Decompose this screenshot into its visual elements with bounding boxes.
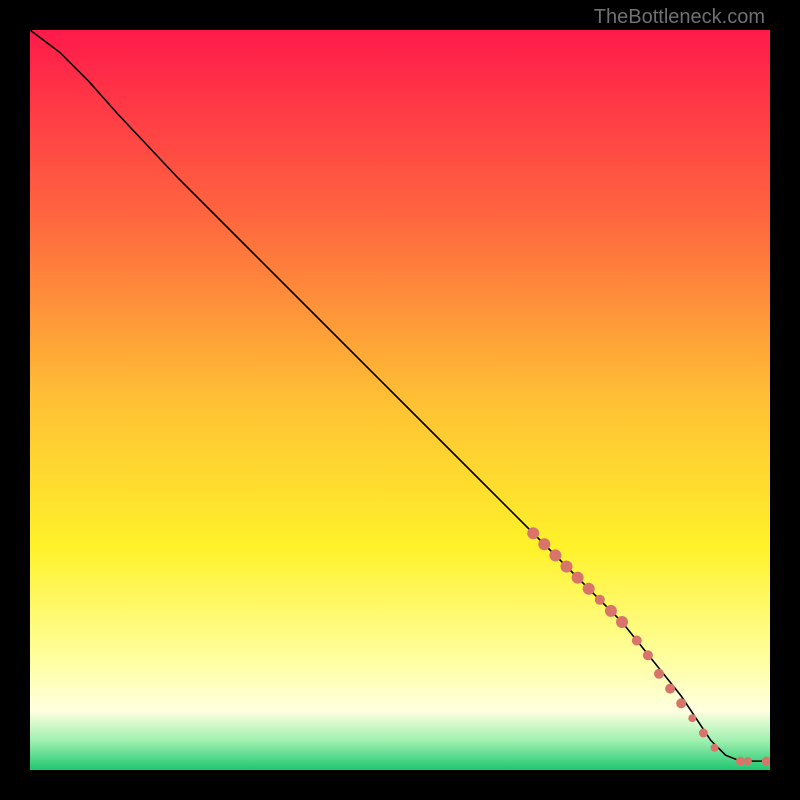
chart-marker — [744, 757, 752, 765]
chart-marker — [665, 684, 675, 694]
chart-marker — [643, 650, 653, 660]
chart-marker — [654, 669, 664, 679]
chart-marker — [632, 636, 642, 646]
chart-marker — [699, 729, 708, 738]
chart-marker — [583, 583, 595, 595]
chart-marker — [676, 698, 686, 708]
chart-plot-area — [30, 30, 770, 770]
chart-marker — [605, 605, 617, 617]
chart-marker — [527, 527, 539, 539]
chart-marker — [616, 616, 628, 628]
chart-marker — [711, 744, 719, 752]
chart-marker — [572, 572, 584, 584]
chart-marker — [549, 549, 561, 561]
chart-marker — [538, 538, 550, 550]
watermark-text: TheBottleneck.com — [594, 6, 765, 29]
chart-marker — [561, 561, 573, 573]
chart-marker — [688, 714, 696, 722]
chart-marker — [595, 595, 605, 605]
chart-svg — [30, 30, 770, 770]
chart-marker — [736, 757, 745, 766]
